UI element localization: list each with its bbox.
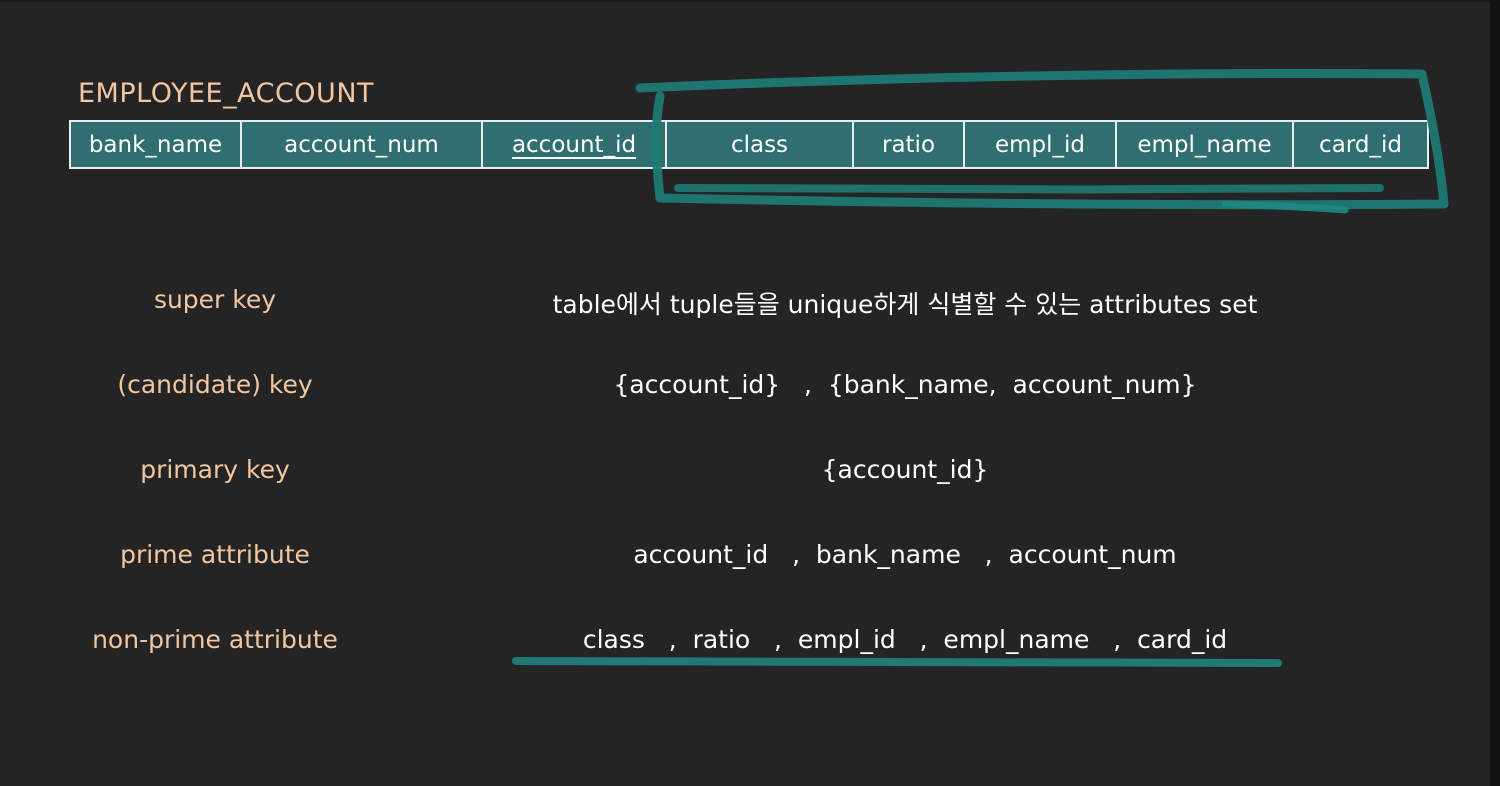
column-account-num: account_num (242, 122, 483, 167)
column-ratio: ratio (854, 122, 965, 167)
super-key-label: super key (153, 285, 277, 314)
table-title: EMPLOYEE_ACCOUNT (78, 78, 375, 109)
column-empl-name: empl_name (1117, 122, 1294, 167)
primary-key-value: {account_id} (821, 455, 989, 484)
prime-attribute-label: prime attribute (120, 540, 310, 569)
right-edge (1490, 0, 1500, 786)
column-class: class (667, 122, 854, 167)
column-bank-name: bank_name (71, 122, 242, 167)
non-prime-attribute-value: class , ratio , empl_id , empl_name , ca… (582, 625, 1228, 654)
candidate-key-label: (candidate) key (117, 370, 313, 399)
non-prime-attribute-label: non-prime attribute (92, 625, 338, 654)
super-key-value: table에서 tuple들을 unique하게 식별할 수 있는 attrib… (552, 290, 1258, 319)
primary-key-label: primary key (140, 455, 290, 484)
column-card-id: card_id (1319, 131, 1402, 158)
top-edge (0, 0, 1500, 2)
candidate-key-value: {account_id} , {bank_name, account_num} (613, 370, 1197, 399)
column-account-id-primary-key: account_id (483, 122, 667, 167)
column-empl-id: empl_id (965, 122, 1117, 167)
entity-table: bank_name account_num account_id class r… (69, 120, 1429, 169)
prime-attribute-value: account_id , bank_name , account_num (633, 540, 1177, 569)
